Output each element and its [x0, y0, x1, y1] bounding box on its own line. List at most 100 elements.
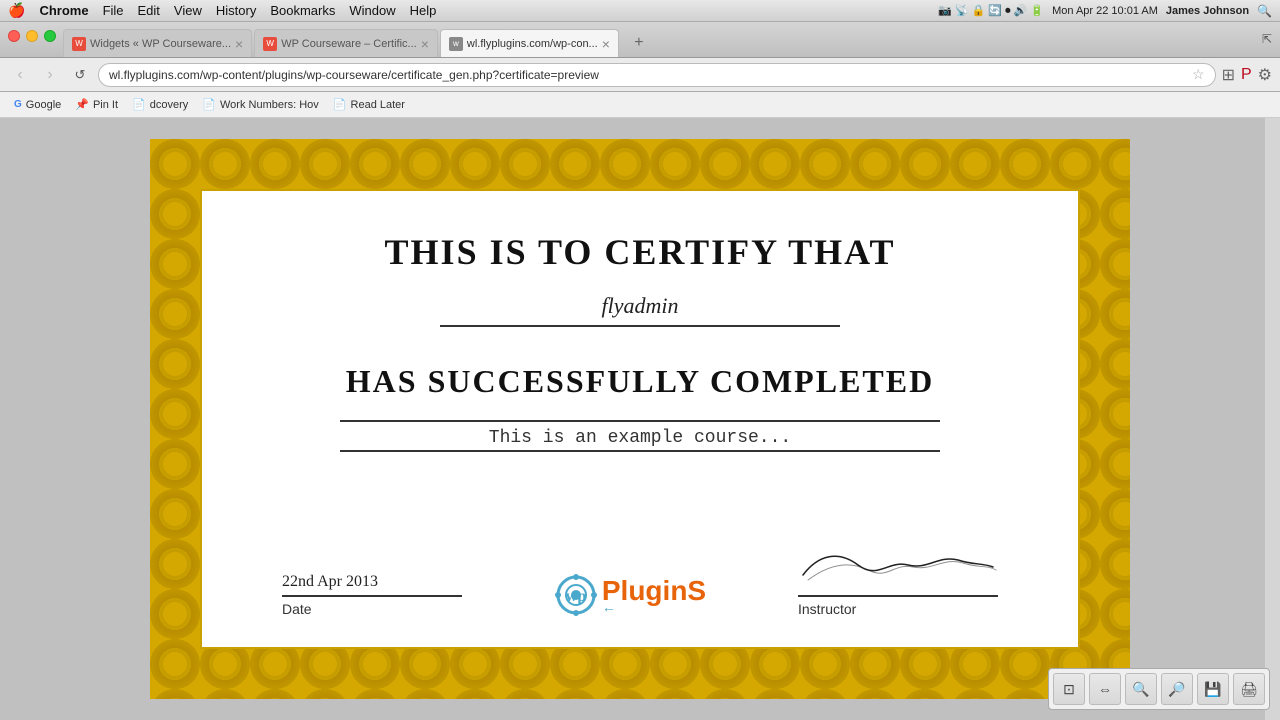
- bookmark-pinit[interactable]: 📌 Pin It: [69, 96, 124, 113]
- zoom-out-icon: 🔍: [1132, 681, 1149, 698]
- menu-bar-left: 🍎 Chrome File Edit View History Bookmark…: [8, 2, 922, 19]
- dcovery-icon: 📄: [132, 98, 146, 111]
- close-window-button[interactable]: [8, 30, 20, 42]
- certificate-content: THIS IS TO CERTIFY THAT flyadmin HAS SUC…: [200, 189, 1080, 649]
- tab-bar: W Widgets « WP Courseware... × W WP Cour…: [0, 22, 1280, 58]
- pinterest-icon[interactable]: P: [1241, 66, 1252, 84]
- worknumbers-icon: 📄: [202, 98, 216, 111]
- certificate-instructor-label: Instructor: [798, 601, 856, 617]
- certificate-signature: [798, 545, 998, 597]
- system-icons: 📷 📡 🔒 🔄 ⏺ 🔊 🔋: [938, 4, 1044, 18]
- certificate-date-value: 22nd Apr 2013: [282, 573, 462, 597]
- logo-tagline: ←: [602, 599, 616, 615]
- tab-2-close[interactable]: ×: [421, 36, 429, 52]
- username: James Johnson: [1166, 5, 1249, 17]
- fit-page-icon: ⊡: [1063, 681, 1075, 698]
- cert-course-section: This is an example course...: [282, 420, 998, 458]
- svg-text:wp: wp: [566, 588, 587, 605]
- back-button[interactable]: ‹: [8, 63, 32, 87]
- search-icon[interactable]: 🔍: [1257, 4, 1272, 18]
- url-text: wl.flyplugins.com/wp-content/plugins/wp-…: [109, 68, 1192, 82]
- logo-circle-icon: wp: [554, 573, 598, 617]
- bookmark-star-icon[interactable]: ☆: [1192, 66, 1205, 83]
- certificate-instructor-section: Instructor: [798, 545, 998, 617]
- certificate-logo-section: wp PluginS ←: [554, 573, 706, 617]
- tab-2-label: WP Courseware – Certific...: [281, 38, 417, 50]
- menu-bar-right: 📷 📡 🔒 🔄 ⏺ 🔊 🔋 Mon Apr 22 10:01 AM James …: [938, 4, 1272, 18]
- save-icon: 💾: [1204, 681, 1221, 698]
- certificate-title: THIS IS TO CERTIFY THAT: [385, 231, 896, 273]
- menu-history[interactable]: History: [216, 3, 256, 18]
- apple-menu[interactable]: 🍎: [8, 2, 25, 19]
- menu-help[interactable]: Help: [410, 3, 437, 18]
- menu-bar: 🍎 Chrome File Edit View History Bookmark…: [0, 0, 1280, 22]
- fit-width-icon: ⇔: [1098, 681, 1112, 697]
- maximize-window-button[interactable]: [44, 30, 56, 42]
- minimize-window-button[interactable]: [26, 30, 38, 42]
- zoom-in-icon: 🔎: [1168, 681, 1185, 698]
- save-button[interactable]: 💾: [1197, 673, 1229, 705]
- certificate-course-topline: [340, 420, 940, 422]
- bottom-toolbar: ⊡ ⇔ 🔍 🔎 💾 🖨: [1048, 668, 1270, 710]
- bookmark-google-label: Google: [26, 99, 61, 111]
- signature-svg: [798, 545, 998, 585]
- tab-3-favicon: w: [449, 37, 463, 51]
- tab-3-close[interactable]: ×: [602, 36, 610, 52]
- google-icon: G: [14, 99, 22, 110]
- fit-page-button[interactable]: ⊡: [1053, 673, 1085, 705]
- bookmark-worknumbers[interactable]: 📄 Work Numbers: Hov: [196, 96, 325, 113]
- google-apps-icon[interactable]: ⊞: [1222, 65, 1235, 85]
- bookmark-pinit-label: Pin It: [93, 99, 118, 111]
- content-area: THIS IS TO CERTIFY THAT flyadmin HAS SUC…: [0, 118, 1280, 720]
- certificate-course: This is an example course...: [489, 428, 791, 448]
- print-button[interactable]: 🖨: [1233, 673, 1265, 705]
- extensions-icon[interactable]: ⚙: [1258, 65, 1272, 85]
- window-controls: ⇱: [1262, 30, 1272, 48]
- menu-view[interactable]: View: [174, 3, 202, 18]
- zoom-out-button[interactable]: 🔍: [1125, 673, 1157, 705]
- bookmark-readlater-label: Read Later: [351, 99, 405, 111]
- menu-edit[interactable]: Edit: [138, 3, 160, 18]
- fit-width-button[interactable]: ⇔: [1089, 673, 1121, 705]
- bookmark-worknumbers-label: Work Numbers: Hov: [220, 99, 319, 111]
- traffic-lights: [8, 30, 56, 42]
- address-bar-icons: ⊞ P ⚙: [1222, 65, 1272, 85]
- certificate-wrapper: THIS IS TO CERTIFY THAT flyadmin HAS SUC…: [150, 139, 1130, 699]
- certificate-name: flyadmin: [602, 293, 679, 319]
- address-bar: ‹ › ↺ wl.flyplugins.com/wp-content/plugi…: [0, 58, 1280, 92]
- new-tab-button[interactable]: +: [625, 29, 653, 57]
- menu-window[interactable]: Window: [349, 3, 395, 18]
- tab-3[interactable]: w wl.flyplugins.com/wp-con... ×: [440, 29, 619, 57]
- scrollbar[interactable]: [1265, 118, 1280, 720]
- menu-chrome[interactable]: Chrome: [39, 3, 88, 18]
- readlater-icon: 📄: [333, 98, 347, 111]
- tab-2-favicon: W: [263, 37, 277, 51]
- certificate-date-label: Date: [282, 601, 312, 617]
- bookmark-google[interactable]: G Google: [8, 97, 67, 113]
- menu-file[interactable]: File: [103, 3, 124, 18]
- logo-text: PluginS: [602, 575, 706, 607]
- menu-bookmarks[interactable]: Bookmarks: [270, 3, 335, 18]
- datetime: Mon Apr 22 10:01 AM: [1052, 5, 1158, 17]
- certificate-subtitle: HAS SUCCESSFULLY COMPLETED: [346, 363, 934, 400]
- certificate-logo: wp PluginS ←: [554, 573, 706, 617]
- zoom-in-button[interactable]: 🔎: [1161, 673, 1193, 705]
- tab-1[interactable]: W Widgets « WP Courseware... ×: [63, 29, 252, 57]
- tab-1-close[interactable]: ×: [235, 36, 243, 52]
- cert-name-section: flyadmin: [282, 293, 998, 333]
- bookmark-dcovery-label: dcovery: [150, 99, 189, 111]
- certificate-name-underline: [440, 325, 840, 327]
- bookmark-readlater[interactable]: 📄 Read Later: [327, 96, 411, 113]
- certificate-footer: 22nd Apr 2013 Date: [282, 525, 998, 617]
- bookmarks-bar: G Google 📌 Pin It 📄 dcovery 📄 Work Numbe…: [0, 92, 1280, 118]
- tab-1-favicon: W: [72, 37, 86, 51]
- certificate-date-section: 22nd Apr 2013 Date: [282, 573, 462, 617]
- forward-button[interactable]: ›: [38, 63, 62, 87]
- bookmark-dcovery[interactable]: 📄 dcovery: [126, 96, 194, 113]
- url-bar[interactable]: wl.flyplugins.com/wp-content/plugins/wp-…: [98, 63, 1216, 87]
- tab-2[interactable]: W WP Courseware – Certific... ×: [254, 29, 438, 57]
- tab-3-label: wl.flyplugins.com/wp-con...: [467, 38, 598, 50]
- logo-text-group: PluginS ←: [602, 575, 706, 615]
- certificate-course-bottomline: [340, 450, 940, 452]
- reload-button[interactable]: ↺: [68, 63, 92, 87]
